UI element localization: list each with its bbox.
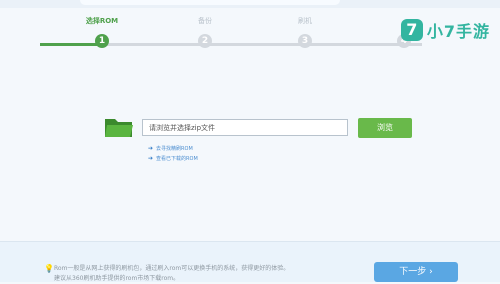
brand-logo-icon: 7 bbox=[400, 19, 423, 41]
arrow-right-icon: ➔ bbox=[148, 145, 154, 152]
lightbulb-icon: 💡 bbox=[44, 264, 54, 273]
chevron-right-icon: › bbox=[429, 267, 433, 277]
step-number: 1 bbox=[95, 34, 109, 48]
next-step-label: 下一步 bbox=[399, 267, 427, 277]
downloaded-rom-link[interactable]: ➔ 查看已下载的ROM bbox=[148, 155, 198, 162]
step-select-rom: 选择ROM 1 bbox=[72, 16, 132, 48]
next-step-button[interactable]: 下一步 › bbox=[374, 262, 458, 282]
step-backup: 备份 2 bbox=[175, 16, 235, 48]
browse-button[interactable]: 浏览 bbox=[358, 118, 412, 138]
brand-name: 小7手游 bbox=[426, 22, 490, 41]
tip-line-1: Rom一般是从网上获得的刷机包，通过刷入rom可以更换手机的系统，获得更好的体验… bbox=[54, 265, 290, 272]
rom-tip-text: Rom一般是从网上获得的刷机包，通过刷入rom可以更换手机的系统，获得更好的体验… bbox=[54, 264, 289, 284]
find-rom-link[interactable]: ➔ 去寻找精刷ROM bbox=[148, 145, 193, 152]
step-number: 3 bbox=[298, 34, 312, 48]
folder-icon bbox=[105, 119, 133, 137]
brand-watermark: 7 小7手游 bbox=[400, 18, 490, 42]
link-label: 去寻找精刷ROM bbox=[156, 146, 193, 152]
step-number: 2 bbox=[198, 34, 212, 48]
step-label: 刷机 bbox=[298, 17, 312, 25]
arrow-right-icon: ➔ bbox=[148, 155, 154, 162]
rom-path-input[interactable]: 请浏览并选择zip文件 bbox=[142, 119, 348, 136]
step-label: 备份 bbox=[198, 17, 212, 25]
tip-line-2: 建议从360刷机助手提供的rom市场下载rom。 bbox=[54, 275, 180, 282]
step-flash: 刷机 3 bbox=[275, 16, 335, 48]
link-label: 查看已下载的ROM bbox=[156, 156, 198, 162]
step-label: 选择ROM bbox=[85, 17, 119, 25]
